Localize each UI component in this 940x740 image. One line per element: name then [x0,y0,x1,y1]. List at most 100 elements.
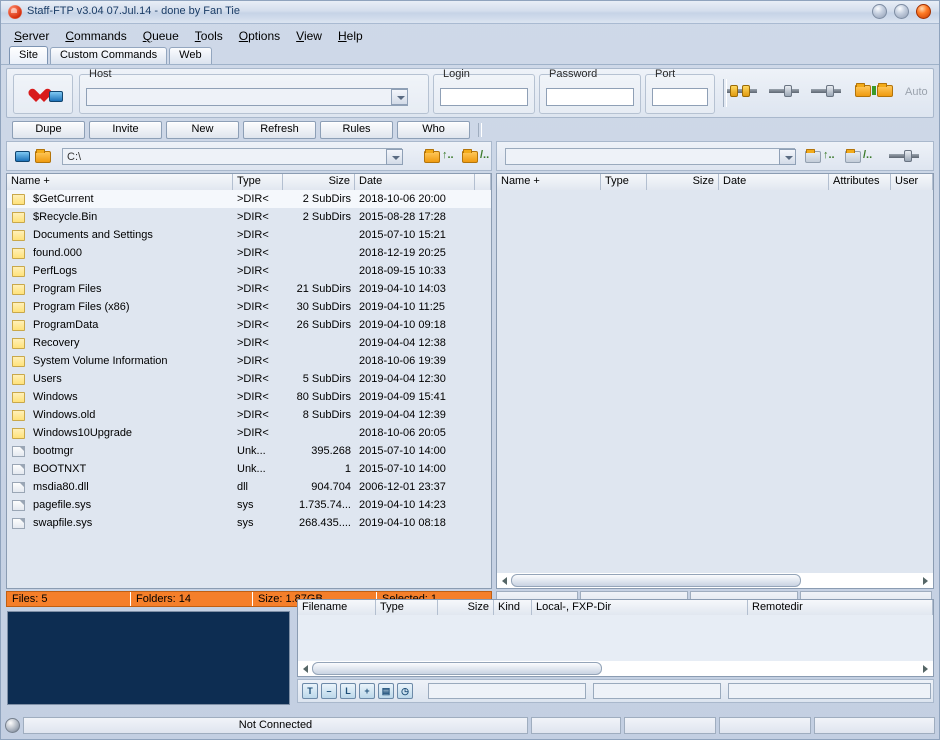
local-col-date[interactable]: Date [355,174,475,190]
remote-col-name[interactable]: Name + [497,174,601,190]
tab-custom-commands[interactable]: Custom Commands [49,47,168,64]
transfer-queue-list[interactable]: Filename Type Size Kind Local-, FXP-Dir … [297,599,934,677]
table-row[interactable]: PerfLogs >DIR< 2018-09-15 10:33 [7,262,491,280]
transfer-mode-passive-icon[interactable] [811,84,841,98]
local-file-list[interactable]: Name + Type Size Date $GetCurrent >DIR< 2 … [6,173,492,589]
local-col-name[interactable]: Name + [7,174,233,190]
table-row[interactable]: Windows.old >DIR< 8 SubDirs 2019-04-04 12:3… [7,406,491,424]
table-row[interactable]: Windows10Upgrade >DIR< 2018-10-06 20:05 [7,424,491,442]
scrollbar-thumb[interactable] [511,573,801,587]
queue-scrollbar-thumb[interactable] [312,661,602,675]
local-col-spacer[interactable] [475,174,491,190]
menu-tools[interactable]: Tools [188,27,230,45]
save-icon[interactable]: ▤ [378,683,394,699]
menu-options[interactable]: Options [232,27,287,45]
host-input[interactable] [86,88,408,106]
table-row[interactable]: Recovery >DIR< 2019-04-04 12:38 [7,334,491,352]
queue-scroll-left-arrow-icon[interactable] [299,662,312,675]
remote-transfer-icon[interactable] [889,149,919,163]
table-row[interactable]: swapfile.sys sys 268.435.... 2019-04-10 08:… [7,514,491,532]
minus-icon[interactable]: – [321,683,337,699]
queue-col-remotedir[interactable]: Remotedir [748,600,933,615]
dupe-button[interactable]: Dupe [12,120,85,139]
queue-col-local-fxp-dir[interactable]: Local-, FXP-Dir [532,600,748,615]
table-row[interactable]: ProgramData >DIR< 26 SubDirs 2019-04-10 09:… [7,316,491,334]
menu-server[interactable]: Server [7,27,56,45]
scrollbar-track[interactable] [511,573,919,587]
who-button[interactable]: Who [397,120,470,139]
refresh-button[interactable]: Refresh [243,120,316,139]
fxp-transfer-icon[interactable] [855,83,895,99]
close-button[interactable] [916,4,931,19]
table-row[interactable]: BOOTNXT Unk... 1 2015-07-10 14:00 [7,460,491,478]
transfer-mode-ascii-icon[interactable] [769,84,799,98]
local-col-type[interactable]: Type [233,174,283,190]
queue-col-type[interactable]: Type [376,600,438,615]
text-mode-icon[interactable]: T [302,683,318,699]
table-row[interactable]: msdia80.dll dll 904.704 2006-12-01 23:37 [7,478,491,496]
menu-view[interactable]: View [289,27,329,45]
remote-horizontal-scrollbar[interactable] [498,573,932,587]
queue-scrollbar-track[interactable] [312,661,919,675]
clock-icon[interactable]: ◷ [397,683,413,699]
table-row[interactable]: Windows >DIR< 80 SubDirs 2019-04-09 15:41 [7,388,491,406]
menu-commands[interactable]: Commands [58,27,133,45]
password-input[interactable] [546,88,634,106]
login-input[interactable] [440,88,528,106]
table-row[interactable]: $Recycle.Bin >DIR< 2 SubDirs 2015-08-28 17:… [7,208,491,226]
local-browse-folder-icon[interactable] [35,149,51,164]
remote-root-dir-icon[interactable]: /.. [845,149,877,164]
host-dropdown-chevron-down-icon[interactable] [391,89,408,105]
local-parent-dir-icon[interactable]: ↑.. [424,149,456,164]
queue-field-2[interactable] [593,683,721,699]
queue-field-1[interactable] [428,683,586,699]
table-row[interactable]: $GetCurrent >DIR< 2 SubDirs 2018-10-06 20:0… [7,190,491,208]
rules-button[interactable]: Rules [320,120,393,139]
table-row[interactable]: System Volume Information >DIR< 2018-10-06… [7,352,491,370]
maximize-button[interactable] [894,4,909,19]
folder-icon [12,211,25,223]
remote-col-user[interactable]: User [891,174,933,190]
local-col-size[interactable]: Size [283,174,355,190]
new-button[interactable]: New [166,120,239,139]
plus-icon[interactable]: + [359,683,375,699]
table-row[interactable]: Documents and Settings >DIR< 2015-07-10 15… [7,226,491,244]
log-output-pane[interactable] [7,611,290,705]
table-row[interactable]: pagefile.sys sys 1.735.74... 2019-04-10 14:… [7,496,491,514]
remote-col-attributes[interactable]: Attributes [829,174,891,190]
table-row[interactable]: Users >DIR< 5 SubDirs 2019-04-04 12:30 [7,370,491,388]
remote-path-dropdown-chevron-down-icon[interactable] [779,149,796,165]
local-root-dir-icon[interactable]: /.. [462,149,494,164]
menu-queue[interactable]: Queue [136,27,186,45]
port-input[interactable] [652,88,708,106]
remote-path-input[interactable] [505,148,795,165]
remote-parent-dir-icon[interactable]: ↑.. [805,149,837,164]
remote-col-type[interactable]: Type [601,174,647,190]
remote-col-size[interactable]: Size [647,174,719,190]
local-path-input[interactable]: C:\ [62,148,402,165]
transfer-mode-binary-icon[interactable] [727,84,757,98]
local-drive-icon[interactable] [15,149,30,164]
table-row[interactable]: found.000 >DIR< 2018-12-19 20:25 [7,244,491,262]
scroll-left-arrow-icon[interactable] [498,574,511,587]
tab-web[interactable]: Web [169,47,212,64]
local-path-dropdown-chevron-down-icon[interactable] [386,149,403,165]
menu-help[interactable]: Help [331,27,370,45]
invite-button[interactable]: Invite [89,120,162,139]
queue-field-3[interactable] [728,683,931,699]
table-row[interactable]: bootmgr Unk... 395.268 2015-07-10 14:00 [7,442,491,460]
remote-col-date[interactable]: Date [719,174,829,190]
queue-col-kind[interactable]: Kind [494,600,532,615]
list-mode-icon[interactable]: L [340,683,356,699]
queue-col-size[interactable]: Size [438,600,494,615]
table-row[interactable]: Program Files >DIR< 21 SubDirs 2019-04-10 1… [7,280,491,298]
minimize-button[interactable] [872,4,887,19]
queue-horizontal-scrollbar[interactable] [299,661,932,675]
quick-connect-group[interactable] [13,74,73,114]
tab-site[interactable]: Site [9,46,48,64]
scroll-right-arrow-icon[interactable] [919,574,932,587]
queue-scroll-right-arrow-icon[interactable] [919,662,932,675]
table-row[interactable]: Program Files (x86) >DIR< 30 SubDirs 2019-0… [7,298,491,316]
queue-col-filename[interactable]: Filename [298,600,376,615]
remote-file-list[interactable]: Name + Type Size Date Attributes User [496,173,934,589]
